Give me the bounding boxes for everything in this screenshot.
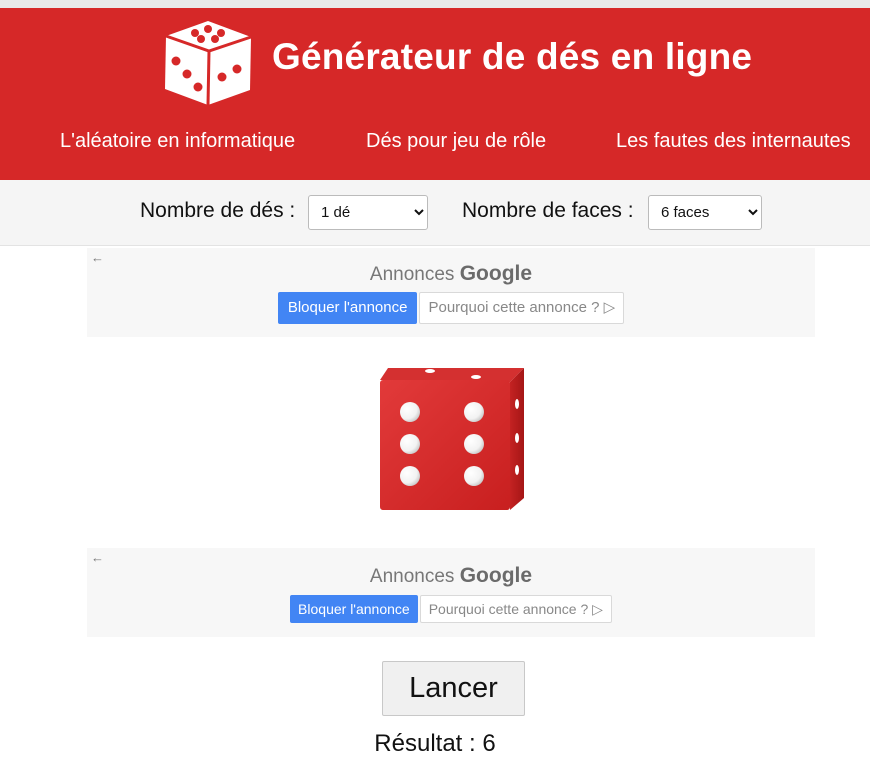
ad-heading-text: Annonces [369,566,455,587]
nav-link-random-computing[interactable]: L'aléatoire en informatique [60,130,295,153]
ad-heading: Annonces Google [87,262,815,286]
ad-banner-top: ← Annonces Google Bloquer l'annonce Pourq… [87,248,815,337]
nav-link-rpg-dice[interactable]: Dés pour jeu de rôle [366,130,546,153]
ad-buttons: Bloquer l'annonce Pourquoi cette annonce … [87,595,815,623]
top-strip [0,0,870,8]
nav-link-user-mistakes[interactable]: Les fautes des internautes [616,130,851,153]
block-ad-button[interactable]: Bloquer l'annonce [277,292,418,324]
ad-heading: Annonces Google [87,564,815,588]
site-header [0,8,870,180]
why-this-ad-button[interactable]: Pourquoi cette annonce ? ▷ [419,292,625,324]
info-triangle-icon: ▷ [592,601,603,617]
ad-heading-text: Annonces [369,264,455,285]
site-title[interactable]: Générateur de dés en ligne [272,36,752,78]
faces-select[interactable]: 6 faces [648,195,762,230]
ad-banner-bottom: ← Annonces Google Bloquer l'annonce Pourq… [87,548,815,637]
block-ad-button[interactable]: Bloquer l'annonce [290,595,418,623]
result-text: Résultat : 6 [374,730,496,757]
ad-brand: Google [459,262,533,285]
faces-label: Nombre de faces : [462,199,634,222]
dice-logo-icon[interactable] [163,17,253,107]
die-face-six[interactable] [378,366,528,512]
roll-button[interactable]: Lancer [382,661,525,716]
why-this-ad-label: Pourquoi cette annonce ? [428,299,600,316]
why-this-ad-label: Pourquoi cette annonce ? [428,601,589,617]
ad-buttons: Bloquer l'annonce Pourquoi cette annonce … [87,292,815,324]
dice-count-select[interactable]: 1 dé [308,195,428,230]
dice-count-label: Nombre de dés : [140,199,296,222]
why-this-ad-button[interactable]: Pourquoi cette annonce ? ▷ [419,595,612,623]
info-triangle-icon: ▷ [603,299,616,316]
back-arrow-icon[interactable]: ← [91,550,104,565]
ad-brand: Google [459,564,533,587]
